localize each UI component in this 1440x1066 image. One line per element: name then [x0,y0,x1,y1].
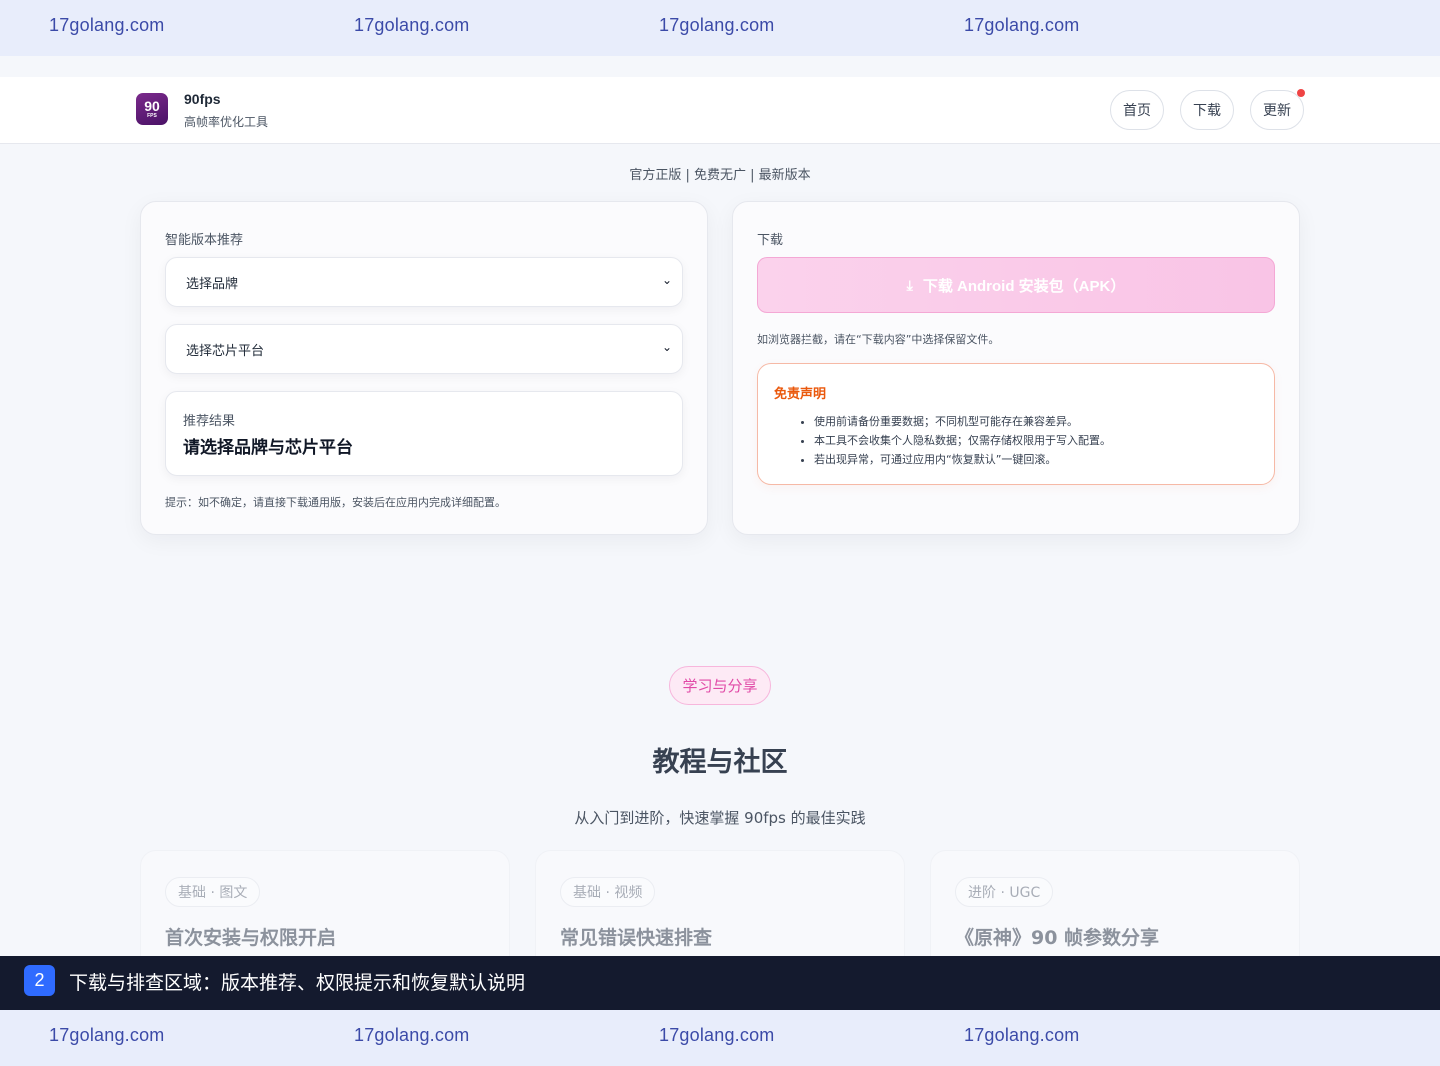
caption-bar: 2 下载与排查区域：版本推荐、权限提示和恢复默认说明 [0,956,1440,1010]
tutorial-title: 常见错误快速排查 [560,927,713,949]
disclaimer-box: 免责声明 使用前请备份重要数据；不同机型可能存在兼容差异。 本工具不会收集个人隐… [757,363,1275,485]
recommend-result: 推荐结果 请选择品牌与芯片平台 [165,391,683,476]
tutorial-tag: 基础 · 图文 [165,877,261,907]
watermark-bar-bottom: 17golang.com 17golang.com 17golang.com 1… [0,1010,1440,1066]
nav-home-button[interactable]: 首页 [1110,90,1164,130]
download-note: 如浏览器拦截，请在“下载内容”中选择保留文件。 [757,333,1000,346]
download-apk-label: 下载 Android 安装包（APK） [922,277,1126,295]
nav-download-button[interactable]: 下载 [1180,90,1234,130]
logo-number: 90 [144,98,160,114]
tagline: 官方正版 | 免费无广 | 最新版本 [629,168,811,183]
disclaimer-list: 使用前请备份重要数据；不同机型可能存在兼容差异。 本工具不会收集个人隐私数据；仅… [814,412,1111,469]
recommend-hint: 提示：如不确定，请直接下载通用版，安装后在应用内完成详细配置。 [165,496,506,509]
caption-text: 下载与排查区域：版本推荐、权限提示和恢复默认说明 [69,972,526,994]
tutorial-tag: 进阶 · UGC [955,877,1054,907]
logo-fps: FPS [147,113,157,119]
brand-select[interactable]: 选择品牌 ⌄ [165,257,683,307]
recommend-title: 智能版本推荐 [165,233,244,248]
watermark-text: 17golang.com [354,1025,470,1045]
watermark-text: 17golang.com [659,15,775,35]
download-icon: ⤓ [906,276,913,293]
brand-subtitle: 高帧率优化工具 [184,115,269,129]
tutorial-tag: 基础 · 视频 [560,877,656,907]
watermark-text: 17golang.com [49,1025,165,1045]
result-label: 推荐结果 [183,414,236,429]
tutorial-title: 首次安装与权限开启 [165,927,337,949]
disclaimer-title: 免责声明 [774,387,827,402]
recommend-card: 智能版本推荐 选择品牌 ⌄ 选择芯片平台 ⌄ 推荐结果 请选择品牌与芯片平台 提… [140,201,708,535]
chevron-down-icon: ⌄ [661,340,672,354]
watermark-text: 17golang.com [964,15,1080,35]
caption-number-badge: 2 [24,965,55,996]
download-card: 下载 ⤓ 下载 Android 安装包（APK） 如浏览器拦截，请在“下载内容”… [732,201,1300,535]
brand-name: 90fps [184,91,221,107]
chip-select[interactable]: 选择芯片平台 ⌄ [165,324,683,374]
chevron-down-icon: ⌄ [661,273,672,287]
update-notification-dot [1297,89,1305,97]
list-item: 若出现异常，可通过应用内“恢复默认”一键回滚。 [814,450,1111,469]
nav-update-button[interactable]: 更新 [1250,90,1304,130]
watermark-text: 17golang.com [354,15,470,35]
tutorial-title: 《原神》90 帧参数分享 [955,927,1160,949]
watermark-text: 17golang.com [49,15,165,35]
section-subtitle: 从入门到进阶，快速掌握 90fps 的最佳实践 [574,809,866,827]
section-title: 教程与社区 [652,747,788,778]
list-item: 使用前请备份重要数据；不同机型可能存在兼容差异。 [814,412,1111,431]
site-header: 90 FPS 90fps 高帧率优化工具 首页 下载 更新 [0,77,1440,144]
chip-select-value: 选择芯片平台 [186,343,265,359]
download-title: 下载 [757,233,784,248]
brand-select-value: 选择品牌 [186,276,239,292]
download-apk-button[interactable]: ⤓ 下载 Android 安装包（APK） [757,257,1275,313]
app-logo[interactable]: 90 FPS [136,93,168,125]
watermark-text: 17golang.com [659,1025,775,1045]
watermark-text: 17golang.com [964,1025,1080,1045]
section-pill: 学习与分享 [669,666,771,705]
watermark-bar-top: 17golang.com 17golang.com 17golang.com 1… [0,0,1440,56]
result-value: 请选择品牌与芯片平台 [183,438,353,458]
list-item: 本工具不会收集个人隐私数据；仅需存储权限用于写入配置。 [814,431,1111,450]
